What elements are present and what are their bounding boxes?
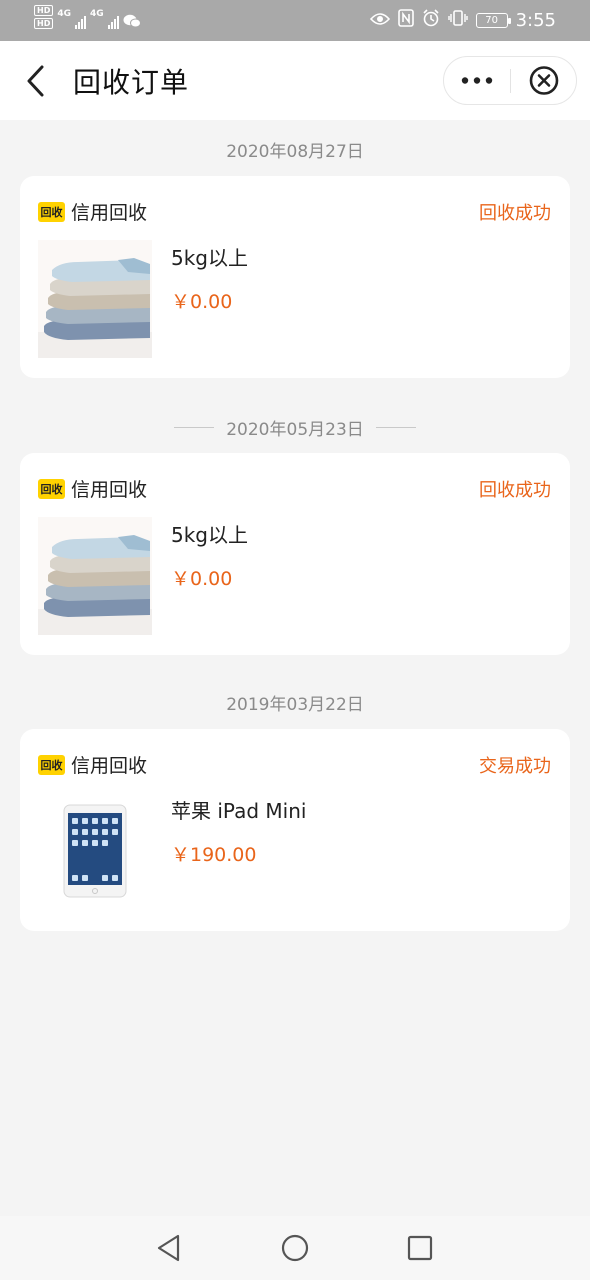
eye-icon xyxy=(369,11,390,31)
alarm-icon xyxy=(422,9,440,32)
nav-bar: 回收订单 xyxy=(0,41,590,120)
system-recents-button[interactable] xyxy=(403,1231,437,1265)
close-circle-icon xyxy=(529,66,559,95)
status-left: HD HD 4G 4G xyxy=(34,5,141,32)
product-thumbnail xyxy=(38,517,152,635)
card-brand: 回收 信用回收 xyxy=(38,475,147,502)
square-recents-icon xyxy=(407,1235,433,1261)
clothes-stack-image xyxy=(38,517,152,635)
product-thumbnail xyxy=(38,240,152,358)
brand-name: 信用回收 xyxy=(71,479,148,501)
brand-name: 信用回收 xyxy=(71,202,148,224)
order-card[interactable]: 回收 信用回收 回收成功 5kg以上 ￥0.00 xyxy=(20,176,570,378)
product-price: ￥190.00 xyxy=(171,844,257,866)
brand-logo-icon: 回收 xyxy=(38,478,65,499)
clothes-stack-image xyxy=(38,240,152,358)
system-nav-bar xyxy=(0,1216,590,1280)
page-title: 回收订单 xyxy=(73,66,190,99)
clock: 3:55 xyxy=(515,10,556,31)
order-date-text: 2019年03月22日 xyxy=(226,695,364,715)
network-type: 4G xyxy=(57,9,71,19)
triangle-back-icon xyxy=(157,1234,180,1262)
order-date: 2020年08月27日 xyxy=(0,137,590,162)
wechat-icon xyxy=(123,14,141,32)
product-thumbnail xyxy=(38,793,152,911)
battery-icon: 70 xyxy=(475,13,511,28)
circle-home-icon xyxy=(281,1234,309,1262)
status-right: 70 3:55 xyxy=(369,9,556,32)
order-status: 交易成功 xyxy=(479,756,551,777)
brand-name: 信用回收 xyxy=(71,755,148,777)
order-status: 回收成功 xyxy=(479,480,551,501)
vibrate-icon xyxy=(447,9,468,32)
brand-logo-icon: 回收 xyxy=(38,201,65,222)
product-name: 5kg以上 xyxy=(171,246,249,270)
card-brand: 回收 信用回收 xyxy=(38,751,147,778)
product-price: ￥0.00 xyxy=(171,568,233,590)
product-name: 苹果 iPad Mini xyxy=(171,799,307,823)
order-date-text: 2020年05月23日 xyxy=(226,420,364,440)
divider-line xyxy=(174,427,215,428)
hd-badge: HD xyxy=(34,5,54,16)
order-card[interactable]: 回收 信用回收 回收成功 5kg以上 ￥0.00 xyxy=(20,453,570,655)
product-price: ￥0.00 xyxy=(171,291,233,313)
status-bar: HD HD 4G 4G 70 3:55 xyxy=(0,0,590,41)
brand-logo-icon: 回收 xyxy=(38,754,65,775)
nfc-icon xyxy=(397,9,414,32)
signal-icon xyxy=(75,13,86,29)
order-date: 2019年03月22日 xyxy=(0,690,590,715)
back-button[interactable] xyxy=(22,63,52,99)
order-status: 回收成功 xyxy=(479,203,551,224)
hd-badge: HD xyxy=(34,18,54,29)
mini-program-capsule xyxy=(443,56,577,105)
ipad-image xyxy=(38,793,152,911)
signal-icon xyxy=(107,13,119,29)
more-icon xyxy=(461,77,493,84)
system-home-button[interactable] xyxy=(278,1231,312,1265)
divider-line xyxy=(375,427,416,428)
system-back-button[interactable] xyxy=(152,1231,186,1265)
order-date: 2020年05月23日 xyxy=(0,413,590,440)
network-type: 4G xyxy=(90,9,104,19)
chevron-left-icon xyxy=(27,65,44,97)
order-card[interactable]: 回收 信用回收 交易成功 苹果 iPad Mini ￥190.00 xyxy=(20,729,570,931)
order-date-text: 2020年08月27日 xyxy=(226,142,364,162)
more-button[interactable] xyxy=(444,57,510,104)
product-name: 5kg以上 xyxy=(171,523,249,547)
close-button[interactable] xyxy=(511,57,577,104)
card-brand: 回收 信用回收 xyxy=(38,198,147,225)
